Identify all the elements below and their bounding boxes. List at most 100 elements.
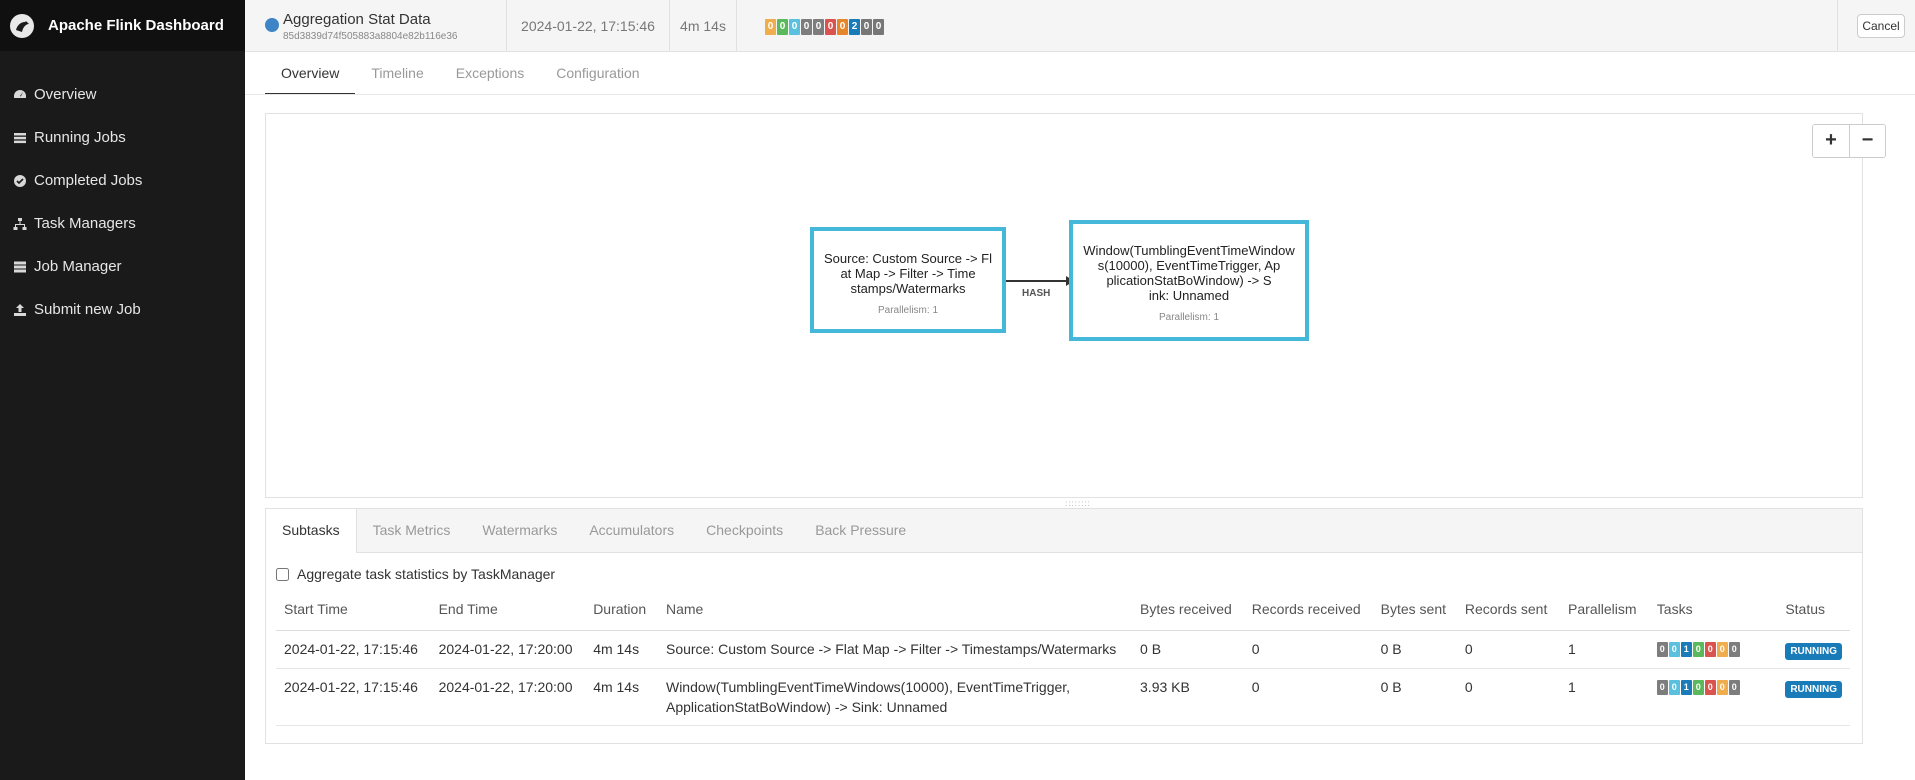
- tab-timeline[interactable]: Timeline: [355, 56, 439, 95]
- col-end-time[interactable]: End Time: [430, 589, 586, 631]
- cell-records-sent: 0: [1456, 668, 1561, 726]
- task-count-badge: 1: [1680, 679, 1692, 695]
- tasks-icon: [14, 132, 26, 143]
- zoom-controls: + −: [1812, 124, 1886, 158]
- job-tabs: Overview Timeline Exceptions Configurati…: [265, 56, 656, 95]
- col-records-sent[interactable]: Records sent: [1456, 589, 1561, 631]
- tab-accumulators[interactable]: Accumulators: [573, 509, 690, 552]
- task-count-badge: 0: [1668, 679, 1680, 695]
- status-badge: RUNNING: [1785, 680, 1842, 698]
- flink-logo-icon: [10, 13, 34, 38]
- cell-records-sent: 0: [1456, 630, 1561, 669]
- app-title: Apache Flink Dashboard: [48, 17, 224, 34]
- cell-records-received: 0: [1243, 630, 1373, 669]
- resize-handle[interactable]: ::::::::: [1065, 499, 1091, 508]
- server-icon: [14, 261, 26, 272]
- node-label-line: s(10000), EventTimeTrigger, Ap: [1097, 258, 1281, 273]
- task-count-badge: 0: [1656, 679, 1668, 695]
- tab-subtasks[interactable]: Subtasks: [266, 509, 357, 553]
- status-count-badge: 0: [837, 19, 848, 35]
- node-label-line: at Map -> Filter -> Time: [840, 266, 976, 281]
- sidebar-item-overview[interactable]: Overview: [0, 73, 245, 116]
- tab-watermarks[interactable]: Watermarks: [466, 509, 573, 552]
- graph-node-window-sink[interactable]: Window(TumblingEventTimeWindow s(10000),…: [1069, 220, 1309, 341]
- brand-bar[interactable]: Apache Flink Dashboard: [0, 0, 245, 51]
- task-count-badge: 0: [1668, 641, 1680, 657]
- node-label-line: Window(TumblingEventTimeWindow: [1083, 243, 1295, 258]
- col-start-time[interactable]: Start Time: [276, 589, 431, 631]
- status-count-badge: 0: [813, 19, 824, 35]
- sidebar-item-completed-jobs[interactable]: Completed Jobs: [0, 159, 245, 202]
- tab-exceptions[interactable]: Exceptions: [440, 56, 540, 95]
- sidebar: Apache Flink Dashboard Overview Running …: [0, 0, 245, 780]
- cell-tasks: 0010000: [1648, 668, 1778, 726]
- col-bytes-sent[interactable]: Bytes sent: [1372, 589, 1457, 631]
- col-parallelism[interactable]: Parallelism: [1560, 589, 1649, 631]
- job-duration: 4m 14s: [670, 0, 737, 52]
- cell-records-received: 0: [1243, 668, 1373, 726]
- upload-icon: [14, 303, 26, 316]
- job-header: Aggregation Stat Data 85d3839d74f505883a…: [245, 0, 1915, 52]
- node-label-line: plicationStatBoWindow) -> S: [1106, 273, 1272, 288]
- tabs-divider: [245, 94, 1915, 95]
- status-count-badge: 0: [801, 19, 812, 35]
- sitemap-icon: [13, 217, 27, 230]
- task-count-badge: 0: [1692, 641, 1704, 657]
- aggregate-by-taskmanager[interactable]: Aggregate task statistics by TaskManager: [276, 566, 555, 582]
- sidebar-item-label: Submit new Job: [34, 301, 141, 318]
- table-row[interactable]: 2024-01-22, 17:15:46 2024-01-22, 17:20:0…: [276, 668, 1850, 726]
- cell-status: RUNNING: [1777, 668, 1850, 726]
- task-count-badge: 0: [1716, 641, 1728, 657]
- cell-bytes-received: 3.93 KB: [1132, 668, 1244, 726]
- col-name[interactable]: Name: [657, 589, 1133, 631]
- job-status-icon: [265, 18, 279, 32]
- task-status-counts: 0010000: [1656, 679, 1770, 695]
- col-records-received[interactable]: Records received: [1243, 589, 1373, 631]
- node-parallelism: Parallelism: 1: [877, 305, 939, 316]
- cell-bytes-sent: 0 B: [1372, 630, 1457, 669]
- tab-overview[interactable]: Overview: [265, 56, 356, 95]
- sidebar-item-task-managers[interactable]: Task Managers: [0, 202, 245, 245]
- task-count-badge: 0: [1656, 641, 1668, 657]
- cancel-cell: Cancel: [1837, 0, 1915, 52]
- table-row[interactable]: 2024-01-22, 17:15:46 2024-01-22, 17:20:0…: [276, 630, 1850, 669]
- job-graph-canvas[interactable]: + − Source: Custom Source -> Fl at Map -…: [265, 113, 1886, 498]
- col-tasks[interactable]: Tasks: [1648, 589, 1778, 631]
- cell-name: Window(TumblingEventTimeWindows(10000), …: [657, 668, 1133, 726]
- graph-edge: [1006, 280, 1068, 282]
- cancel-button[interactable]: Cancel: [1857, 14, 1905, 38]
- vertex-details-panel: Subtasks Task Metrics Watermarks Accumul…: [265, 508, 1863, 744]
- node-label-line: ink: Unnamed: [1148, 288, 1230, 303]
- col-duration[interactable]: Duration: [585, 589, 658, 631]
- task-count-badge: 0: [1728, 641, 1740, 657]
- sidebar-item-job-manager[interactable]: Job Manager: [0, 245, 245, 288]
- tab-checkpoints[interactable]: Checkpoints: [690, 509, 799, 552]
- sidebar-item-submit-new-job[interactable]: Submit new Job: [0, 288, 245, 331]
- col-status[interactable]: Status: [1777, 589, 1850, 631]
- job-title-cell[interactable]: Aggregation Stat Data 85d3839d74f505883a…: [245, 0, 507, 52]
- check-circle-icon: [14, 174, 26, 187]
- graph-node-source[interactable]: Source: Custom Source -> Fl at Map -> Fi…: [810, 227, 1006, 333]
- task-count-badge: 0: [1728, 679, 1740, 695]
- task-count-badge: 1: [1680, 641, 1692, 657]
- tab-configuration[interactable]: Configuration: [540, 56, 655, 95]
- zoom-out-button[interactable]: −: [1849, 125, 1885, 157]
- zoom-in-button[interactable]: +: [1813, 125, 1849, 157]
- task-count-badge: 0: [1704, 641, 1716, 657]
- dashboard-icon: [14, 89, 26, 98]
- edge-label-hash: HASH: [1022, 288, 1051, 299]
- subtasks-table: Start Time End Time Duration Name Bytes …: [276, 589, 1850, 726]
- sidebar-item-label: Running Jobs: [34, 129, 126, 146]
- tab-task-metrics[interactable]: Task Metrics: [357, 509, 467, 552]
- table-header-row: Start Time End Time Duration Name Bytes …: [276, 589, 1850, 631]
- aggregate-checkbox[interactable]: [276, 567, 289, 581]
- job-start-time: 2024-01-22, 17:15:46: [507, 0, 670, 52]
- sidebar-nav: Overview Running Jobs Completed Jobs Tas…: [0, 73, 245, 331]
- task-status-counts: 0010000: [1656, 641, 1770, 657]
- sidebar-item-running-jobs[interactable]: Running Jobs: [0, 116, 245, 159]
- sidebar-item-label: Task Managers: [34, 215, 136, 232]
- cell-start-time: 2024-01-22, 17:15:46: [276, 630, 431, 669]
- col-bytes-received[interactable]: Bytes received: [1132, 589, 1244, 631]
- tab-back-pressure[interactable]: Back Pressure: [799, 509, 922, 552]
- cell-end-time: 2024-01-22, 17:20:00: [430, 668, 586, 726]
